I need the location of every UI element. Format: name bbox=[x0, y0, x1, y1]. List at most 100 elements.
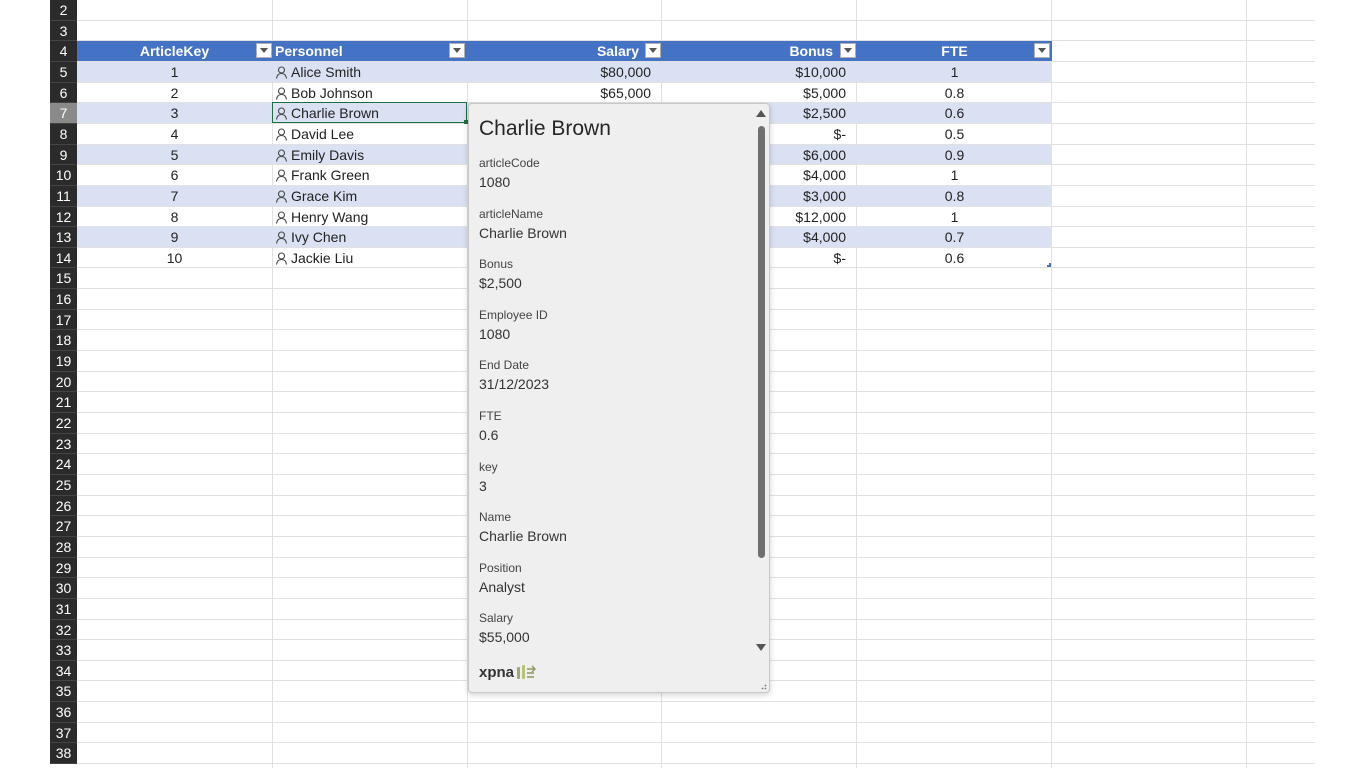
row-header-27[interactable]: 27 bbox=[50, 516, 77, 537]
row-header-19[interactable]: 19 bbox=[50, 351, 77, 372]
card-field-label: Bonus bbox=[479, 257, 514, 271]
cell-fte[interactable]: 1 bbox=[857, 62, 1052, 82]
scroll-down-icon[interactable] bbox=[756, 644, 766, 651]
row-header-8[interactable]: 8 bbox=[50, 124, 77, 145]
scroll-up-icon[interactable] bbox=[756, 110, 766, 117]
table-resize-handle[interactable] bbox=[1047, 263, 1051, 267]
row-header-38[interactable]: 38 bbox=[50, 743, 77, 764]
row-header-5[interactable]: 5 bbox=[50, 62, 77, 83]
cell-personnel[interactable]: David Lee bbox=[275, 124, 465, 144]
cell-articlekey[interactable]: 10 bbox=[77, 248, 272, 268]
cell-personnel[interactable]: Frank Green bbox=[275, 165, 465, 185]
row-header-12[interactable]: 12 bbox=[50, 207, 77, 227]
row-header-10[interactable]: 10 bbox=[50, 165, 77, 186]
cell-salary[interactable]: $80,000 bbox=[467, 62, 651, 82]
row-header-16[interactable]: 16 bbox=[50, 289, 77, 310]
card-field-label: key bbox=[479, 460, 498, 474]
cell-articlekey[interactable]: 2 bbox=[77, 83, 272, 103]
row-header-24[interactable]: 24 bbox=[50, 454, 77, 475]
cell-fte[interactable]: 0.6 bbox=[857, 248, 1052, 268]
cell-personnel[interactable]: Jackie Liu bbox=[275, 248, 465, 268]
row-header-2[interactable]: 2 bbox=[50, 0, 77, 21]
person-icon bbox=[275, 66, 288, 79]
filter-dropdown-icon[interactable] bbox=[256, 43, 272, 58]
cell-articlekey[interactable]: 7 bbox=[77, 186, 272, 206]
filter-dropdown-icon[interactable] bbox=[645, 43, 661, 58]
row-header-37[interactable]: 37 bbox=[50, 723, 77, 743]
row-header-17[interactable]: 17 bbox=[50, 310, 77, 330]
filter-dropdown-icon[interactable] bbox=[840, 43, 856, 58]
filter-dropdown-icon[interactable] bbox=[1034, 43, 1050, 58]
row-header-28[interactable]: 28 bbox=[50, 537, 77, 558]
cell-fte[interactable]: 0.5 bbox=[857, 124, 1052, 144]
cell-articlekey[interactable]: 4 bbox=[77, 124, 272, 144]
row-header-35[interactable]: 35 bbox=[50, 681, 77, 702]
card-field-label: Position bbox=[479, 561, 522, 575]
row-header-34[interactable]: 34 bbox=[50, 661, 77, 681]
cell-articlekey[interactable]: 9 bbox=[77, 227, 272, 247]
card-field-label: FTE bbox=[479, 409, 502, 423]
row-header-29[interactable]: 29 bbox=[50, 558, 77, 578]
row-header-30[interactable]: 30 bbox=[50, 578, 77, 599]
cell-fte[interactable]: 0.6 bbox=[857, 103, 1052, 123]
row-header-14[interactable]: 14 bbox=[50, 248, 77, 268]
card-field-label: Employee ID bbox=[479, 308, 548, 322]
column-header-bonus[interactable]: Bonus bbox=[662, 41, 833, 61]
row-header-31[interactable]: 31 bbox=[50, 599, 77, 620]
card-scrollbar[interactable] bbox=[755, 108, 767, 653]
person-icon bbox=[275, 231, 288, 244]
row-header-9[interactable]: 9 bbox=[50, 145, 77, 165]
row-header-36[interactable]: 36 bbox=[50, 702, 77, 723]
active-cell[interactable] bbox=[272, 102, 467, 123]
row-header-3[interactable]: 3 bbox=[50, 21, 77, 41]
person-icon bbox=[275, 149, 288, 162]
scroll-thumb[interactable] bbox=[758, 126, 765, 558]
cell-fte[interactable]: 0.8 bbox=[857, 186, 1052, 206]
cell-fte[interactable]: 1 bbox=[857, 165, 1052, 185]
row-header-18[interactable]: 18 bbox=[50, 330, 77, 351]
cell-fte[interactable]: 1 bbox=[857, 207, 1052, 227]
column-header-salary[interactable]: Salary bbox=[467, 41, 639, 61]
cell-articlekey[interactable]: 1 bbox=[77, 62, 272, 82]
row-header-11[interactable]: 11 bbox=[50, 186, 77, 207]
cell-personnel[interactable]: Henry Wang bbox=[275, 207, 465, 227]
row-gridline bbox=[77, 722, 1315, 723]
row-header-21[interactable]: 21 bbox=[50, 392, 77, 413]
cell-fte[interactable]: 0.8 bbox=[857, 83, 1052, 103]
cell-articlekey[interactable]: 6 bbox=[77, 165, 272, 185]
row-header-7[interactable]: 7 bbox=[50, 103, 77, 124]
row-header-25[interactable]: 25 bbox=[50, 475, 77, 496]
person-name: Emily Davis bbox=[291, 147, 365, 163]
card-field-label: articleName bbox=[479, 207, 544, 221]
row-header-15[interactable]: 15 bbox=[50, 268, 77, 289]
row-header-33[interactable]: 33 bbox=[50, 640, 77, 661]
cell-articlekey[interactable]: 5 bbox=[77, 145, 272, 165]
cell-salary[interactable]: $65,000 bbox=[467, 83, 651, 103]
row-header-32[interactable]: 32 bbox=[50, 620, 77, 640]
cell-personnel[interactable]: Alice Smith bbox=[275, 62, 465, 82]
row-header-26[interactable]: 26 bbox=[50, 496, 77, 516]
filter-dropdown-icon[interactable] bbox=[449, 43, 465, 58]
cell-personnel[interactable]: Bob Johnson bbox=[275, 83, 465, 103]
row-header-23[interactable]: 23 bbox=[50, 434, 77, 454]
column-gridline bbox=[1246, 0, 1247, 768]
cell-bonus[interactable]: $10,000 bbox=[662, 62, 846, 82]
column-header-fte[interactable]: FTE bbox=[857, 41, 1052, 61]
row-header-20[interactable]: 20 bbox=[50, 372, 77, 392]
cell-personnel[interactable]: Emily Davis bbox=[275, 145, 465, 165]
cell-articlekey[interactable]: 3 bbox=[77, 103, 272, 123]
row-header-22[interactable]: 22 bbox=[50, 413, 77, 434]
cell-articlekey[interactable]: 8 bbox=[77, 207, 272, 227]
cell-personnel[interactable]: Grace Kim bbox=[275, 186, 465, 206]
column-header-personnel[interactable]: Personnel bbox=[275, 41, 465, 61]
cell-fte[interactable]: 0.7 bbox=[857, 227, 1052, 247]
column-header-articlekey[interactable]: ArticleKey bbox=[77, 41, 272, 61]
row-header-6[interactable]: 6 bbox=[50, 83, 77, 103]
resize-grip-icon[interactable] bbox=[759, 682, 767, 690]
row-header-4[interactable]: 4 bbox=[50, 41, 77, 62]
row-header-13[interactable]: 13 bbox=[50, 227, 77, 248]
person-icon bbox=[275, 169, 288, 182]
cell-personnel[interactable]: Ivy Chen bbox=[275, 227, 465, 247]
cell-fte[interactable]: 0.9 bbox=[857, 145, 1052, 165]
cell-bonus[interactable]: $5,000 bbox=[662, 83, 846, 103]
